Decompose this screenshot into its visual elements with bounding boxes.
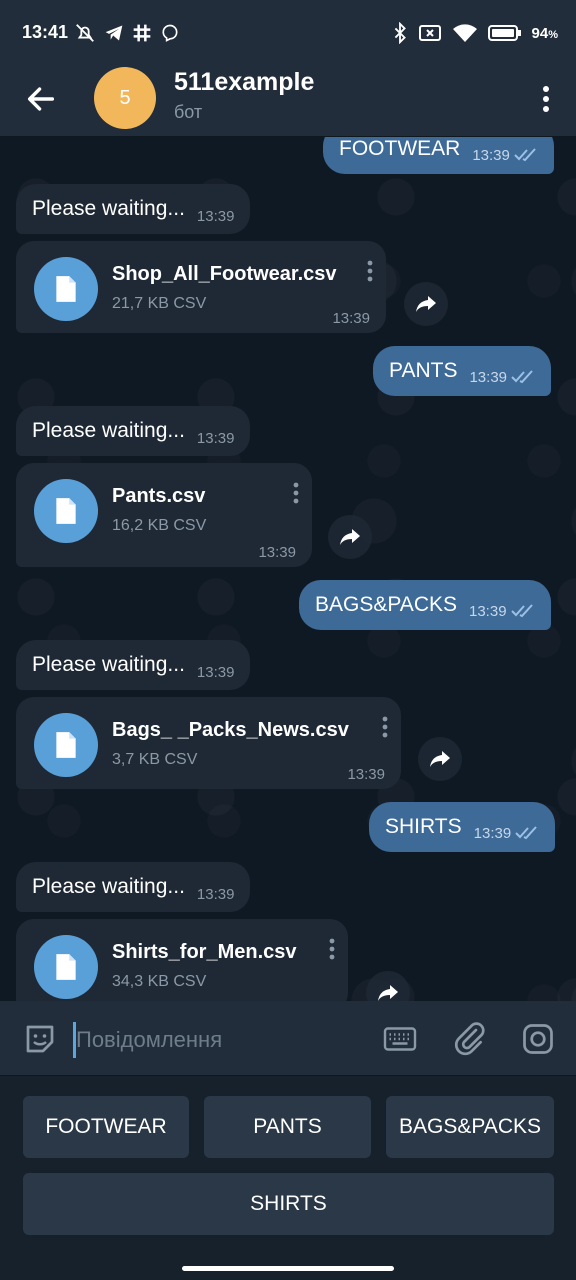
double-check-icon [514, 148, 538, 162]
keyboard-icon[interactable] [382, 1021, 418, 1057]
message-time: 13:39 [347, 766, 385, 783]
sim-off-icon [418, 23, 442, 43]
more-vertical-icon[interactable] [381, 715, 389, 739]
keyboard-button-footwear[interactable]: FOOTWEAR [23, 1096, 189, 1158]
outgoing-message[interactable]: PANTS 13:39 [373, 346, 552, 396]
message-time: 13:39 [469, 368, 508, 386]
battery-icon [487, 24, 522, 42]
outgoing-message[interactable]: BAGS&PACKS 13:39 [299, 580, 551, 630]
message-text: Please waiting... [32, 875, 185, 898]
battery-percent: 94% [531, 24, 558, 42]
forward-arrow-icon[interactable] [404, 282, 448, 326]
more-vertical-icon[interactable] [540, 82, 552, 116]
double-check-icon [511, 370, 535, 384]
bluetooth-icon [392, 22, 408, 44]
message-time: 13:39 [196, 429, 235, 447]
keyboard-button-bags-packs[interactable]: BAGS&PACKS [386, 1096, 554, 1158]
message-text: BAGS&PACKS [315, 593, 457, 616]
forward-arrow-icon[interactable] [418, 737, 462, 781]
message-time: 13:39 [196, 885, 235, 903]
sticker-emoji-icon[interactable] [22, 1021, 58, 1057]
outgoing-message[interactable]: SHIRTS 13:39 [369, 802, 556, 852]
document-icon[interactable] [34, 935, 98, 999]
status-notification-icons [74, 22, 180, 44]
message-time: 13:39 [332, 310, 370, 327]
incoming-message[interactable]: Please waiting... 13:39 [16, 184, 251, 234]
avatar[interactable]: 5 [94, 67, 156, 129]
message-time: 13:39 [469, 602, 507, 620]
paperclip-icon[interactable] [452, 1021, 488, 1057]
message-input-bar: Повідомлення [0, 1001, 576, 1076]
reply-keyboard: FOOTWEAR PANTS BAGS&PACKS SHIRTS [0, 1076, 576, 1280]
file-name: Bags_ _Packs_News.csv [112, 719, 349, 741]
file-name: Shirts_for_Men.csv [112, 941, 297, 963]
double-check-icon [515, 826, 539, 840]
more-vertical-icon[interactable] [366, 259, 374, 283]
file-message[interactable]: Pants.csv 16,2 KB CSV 13:39 [16, 463, 312, 567]
message-text: Please waiting... [32, 419, 185, 442]
chat-title[interactable]: 511example [174, 68, 314, 97]
keyboard-button-pants[interactable]: PANTS [204, 1096, 371, 1158]
instagram-camera-icon[interactable] [520, 1021, 556, 1057]
file-message[interactable]: Shirts_for_Men.csv 34,3 KB CSV [16, 919, 348, 1001]
chat-subtitle: бот [174, 102, 203, 122]
message-text: PANTS [389, 359, 458, 382]
chat-area[interactable]: FOOTWEAR 13:39 Please waiting... 13:39 S… [0, 137, 576, 1001]
more-vertical-icon[interactable] [292, 481, 300, 505]
status-bar: 13:41 94% [0, 0, 576, 64]
wifi-icon [452, 23, 478, 43]
double-check-icon [510, 604, 535, 618]
message-time: 13:39 [473, 824, 512, 842]
file-name: Pants.csv [112, 485, 206, 507]
incoming-message[interactable]: Please waiting... 13:39 [16, 406, 251, 456]
incoming-message[interactable]: Please waiting... 13:39 [16, 862, 251, 912]
file-name: Shop_All_Footwear.csv [112, 263, 337, 285]
arrow-left-icon[interactable] [24, 82, 58, 116]
message-text: Please waiting... [32, 197, 185, 220]
status-system-icons: 94% [392, 22, 558, 44]
message-text: FOOTWEAR [339, 137, 461, 160]
forward-arrow-icon[interactable] [366, 971, 410, 1001]
chat-header: 5 511example бот [0, 64, 576, 137]
document-icon[interactable] [34, 479, 98, 543]
file-message[interactable]: Bags_ _Packs_News.csv 3,7 KB CSV 13:39 [16, 697, 401, 789]
file-size: 21,7 KB CSV [112, 295, 207, 312]
more-vertical-icon[interactable] [328, 937, 336, 961]
keyboard-button-shirts[interactable]: SHIRTS [23, 1173, 554, 1235]
file-message[interactable]: Shop_All_Footwear.csv 21,7 KB CSV 13:39 [16, 241, 386, 333]
message-time: 13:39 [258, 544, 296, 561]
message-text: Please waiting... [32, 653, 185, 676]
forward-arrow-icon[interactable] [328, 515, 372, 559]
slack-icon [132, 23, 152, 43]
outgoing-message[interactable]: FOOTWEAR 13:39 [323, 137, 554, 174]
avatar-letter: 5 [119, 86, 131, 109]
message-time: 13:39 [196, 207, 235, 225]
file-size: 3,7 KB CSV [112, 751, 198, 768]
alarm-off-icon [74, 22, 96, 44]
file-size: 34,3 KB CSV [112, 973, 207, 990]
document-icon[interactable] [34, 257, 98, 321]
status-time: 13:41 [22, 22, 69, 42]
file-size: 16,2 KB CSV [112, 517, 207, 534]
document-icon[interactable] [34, 713, 98, 777]
message-time: 13:39 [472, 146, 510, 164]
message-text: SHIRTS [385, 815, 462, 838]
incoming-message[interactable]: Please waiting... 13:39 [16, 640, 251, 690]
telegram-icon [104, 23, 124, 43]
viber-icon [160, 23, 180, 43]
message-time: 13:39 [196, 663, 235, 681]
home-indicator[interactable] [182, 1266, 394, 1271]
message-input[interactable]: Повідомлення [76, 1027, 222, 1053]
